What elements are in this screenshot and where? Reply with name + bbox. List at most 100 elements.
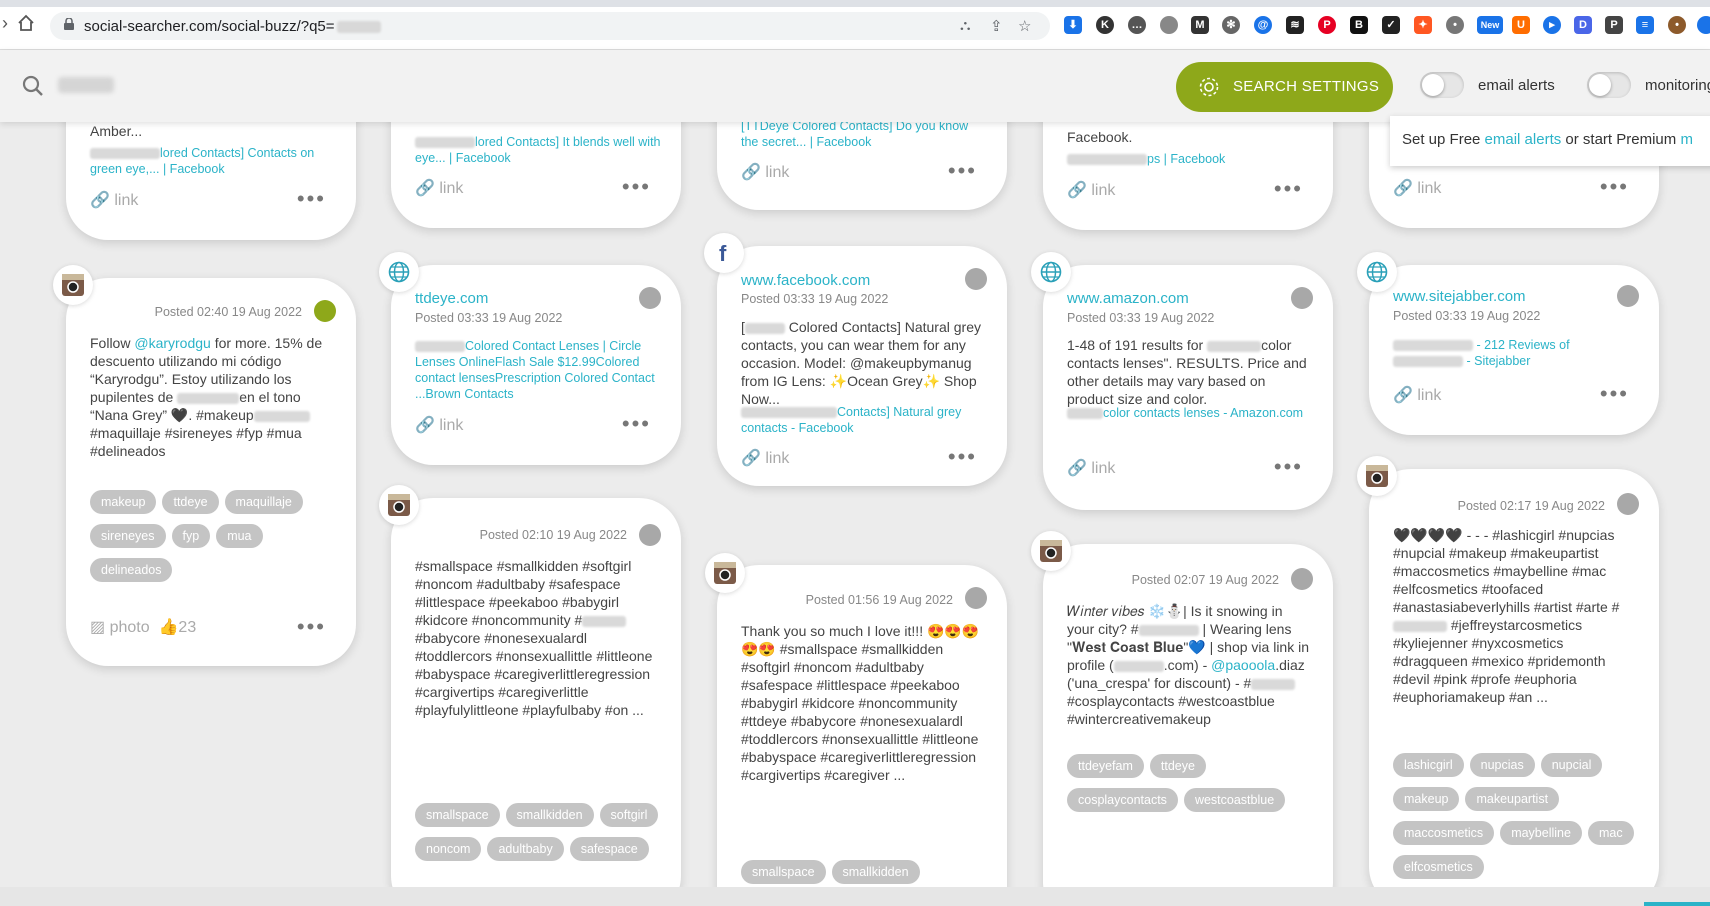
post-link[interactable]: [TTDeye Colored Contacts] Do you know th… — [741, 122, 987, 150]
search-input[interactable] — [58, 77, 114, 93]
translate-icon[interactable]: ⛬ — [960, 17, 971, 34]
monitoring-toggle[interactable] — [1587, 72, 1631, 98]
result-card[interactable]: www.facebook.com Posted 03:33 19 Aug 202… — [717, 246, 1007, 486]
status-dot[interactable] — [639, 524, 661, 546]
result-card[interactable]: lored Contacts] It blends well with eye.… — [391, 122, 681, 228]
check-extension-icon[interactable]: ✓ — [1382, 16, 1400, 34]
more-options-icon[interactable]: ••• — [622, 413, 651, 435]
email-alerts-link[interactable]: email alerts — [1485, 131, 1562, 148]
tag[interactable]: maybelline — [1500, 821, 1582, 845]
tag[interactable]: softgirl — [599, 803, 659, 827]
share-icon[interactable]: ⇪ — [990, 17, 1003, 35]
link-button[interactable]: 🔗 link — [1393, 178, 1441, 198]
more-options-icon[interactable]: ••• — [1274, 178, 1303, 200]
tag[interactable]: smallkidden — [505, 803, 594, 827]
link-button[interactable]: 🔗 link — [741, 162, 789, 182]
p-extension-icon[interactable]: P — [1605, 16, 1623, 34]
tag[interactable]: adultbaby — [487, 837, 564, 861]
k-extension-icon[interactable]: K — [1096, 16, 1114, 34]
status-dot[interactable] — [1291, 287, 1313, 309]
result-card[interactable]: Posted 02:40 19 Aug 2022 Follow @karyrod… — [66, 278, 356, 666]
more-options-icon[interactable]: ••• — [948, 446, 977, 468]
more-options-icon[interactable]: ••• — [1274, 456, 1303, 478]
link-button[interactable]: 🔗 link — [1067, 458, 1115, 478]
scroll-thumb[interactable] — [1644, 902, 1710, 906]
result-card[interactable]: www.amazon.com Posted 03:33 19 Aug 2022 … — [1043, 265, 1333, 510]
horizontal-scrollbar[interactable] — [0, 887, 1710, 906]
post-link[interactable]: Colored Contact Lenses | Circle Lenses O… — [415, 338, 661, 402]
address-bar[interactable]: social-searcher.com/social-buzz/?q5= ⛬ ⇪… — [50, 12, 1050, 40]
tag[interactable]: fyp — [171, 524, 211, 548]
status-dot[interactable] — [1617, 285, 1639, 307]
play-extension-icon[interactable]: ▸ — [1543, 16, 1561, 34]
result-card[interactable]: Amber... lored Contacts] Contacts on gre… — [66, 122, 356, 240]
tag[interactable]: nupcial — [1540, 753, 1603, 777]
source-link[interactable]: ttdeye.com — [415, 290, 488, 307]
more-options-icon[interactable]: ••• — [1600, 176, 1629, 198]
tag[interactable]: ttdeye — [1149, 754, 1206, 778]
tag[interactable]: noncom — [415, 837, 482, 861]
status-dot[interactable] — [1291, 568, 1313, 590]
post-link[interactable]: lored Contacts] Contacts on green eye,..… — [90, 145, 336, 177]
link-button[interactable]: 🔗 link — [741, 448, 789, 468]
bracket-extension-icon[interactable]: B — [1350, 16, 1368, 34]
layers-extension-icon[interactable]: ≋ — [1286, 16, 1304, 34]
link-button[interactable]: 🔗 link — [1067, 180, 1115, 200]
link-button[interactable]: 🔗 link — [415, 178, 463, 198]
fox-extension-icon[interactable]: ✦ — [1414, 16, 1432, 34]
d-extension-icon[interactable]: D — [1574, 16, 1592, 34]
result-card[interactable]: Posted 01:56 19 Aug 2022 Thank you so mu… — [717, 565, 1007, 887]
tag[interactable]: smallspace — [741, 860, 826, 884]
a-extension-icon[interactable]: @ — [1254, 16, 1272, 34]
tag[interactable]: makeup — [1393, 787, 1460, 811]
result-card[interactable]: Posted 02:07 19 Aug 2022 𝑊𝑖𝑛𝑡𝑒𝑟 𝑣𝑖𝑏𝑒𝑠 ❄️… — [1043, 544, 1333, 887]
more-options-icon[interactable]: ••• — [297, 188, 326, 210]
search-icon[interactable] — [22, 75, 44, 97]
source-link[interactable]: www.facebook.com — [741, 272, 870, 289]
status-dot[interactable] — [965, 587, 987, 609]
tag[interactable]: sireneyes — [90, 524, 166, 548]
tag[interactable]: mac — [1587, 821, 1634, 845]
more-options-icon[interactable]: ••• — [622, 176, 651, 198]
post-link[interactable]: ps | Facebook — [1067, 151, 1313, 167]
status-dot[interactable] — [1617, 493, 1639, 515]
download-extension-icon[interactable]: ⬇ — [1064, 16, 1082, 34]
home-icon[interactable] — [16, 14, 36, 34]
tag[interactable]: elfcosmetics — [1393, 855, 1484, 879]
chat-extension-icon[interactable]: … — [1128, 16, 1146, 34]
result-card[interactable]: www.sitejabber.com Posted 03:33 19 Aug 2… — [1369, 265, 1659, 435]
link-button[interactable]: 🔗 link — [90, 190, 138, 210]
tag[interactable]: ttdeye — [162, 490, 219, 514]
tag[interactable]: lashicgirl — [1393, 753, 1464, 777]
result-card[interactable]: Facebook. ps | Facebook 🔗 link ••• — [1043, 122, 1333, 230]
status-dot[interactable] — [639, 287, 661, 309]
source-link[interactable]: www.amazon.com — [1067, 290, 1189, 307]
bulb-extension-icon[interactable]: • — [1446, 16, 1464, 34]
profile-extension-icon[interactable] — [1697, 16, 1710, 34]
post-link[interactable]: Contacts] Natural grey contacts - Facebo… — [741, 404, 987, 436]
tag[interactable]: mua — [216, 524, 263, 548]
tag[interactable]: ttdeyefam — [1067, 754, 1144, 778]
search-settings-button[interactable]: SEARCH SETTINGS — [1176, 62, 1393, 112]
status-dot[interactable] — [314, 300, 336, 322]
post-link[interactable]: color contacts lenses - Amazon.com — [1067, 405, 1313, 421]
link-button[interactable]: 🔗 link — [1393, 385, 1441, 405]
result-card[interactable]: Posted 02:10 19 Aug 2022 #smallspace #sm… — [391, 498, 681, 887]
tag[interactable]: cosplaycontacts — [1067, 788, 1178, 812]
post-link[interactable]: - 212 Reviews of - Sitejabber — [1393, 337, 1639, 369]
status-dot[interactable] — [965, 268, 987, 290]
cookie-extension-icon[interactable]: • — [1668, 16, 1686, 34]
more-options-icon[interactable]: ••• — [1600, 383, 1629, 405]
tag[interactable]: delineados — [90, 558, 173, 582]
tag[interactable]: nupcias — [1469, 753, 1535, 777]
new-extension-icon[interactable]: New — [1477, 16, 1503, 34]
tag[interactable]: maccosmetics — [1393, 821, 1495, 845]
post-link[interactable]: lored Contacts] It blends well with eye.… — [415, 134, 661, 166]
tag[interactable]: smallkidden — [831, 860, 920, 884]
u-extension-icon[interactable]: U — [1512, 16, 1530, 34]
result-card[interactable]: [TTDeye Colored Contacts] Do you know th… — [717, 122, 1007, 210]
email-alerts-toggle[interactable] — [1420, 72, 1464, 98]
shape-extension-icon[interactable] — [1160, 16, 1178, 34]
more-options-icon[interactable]: ••• — [948, 160, 977, 182]
forward-icon[interactable]: › — [0, 13, 10, 33]
